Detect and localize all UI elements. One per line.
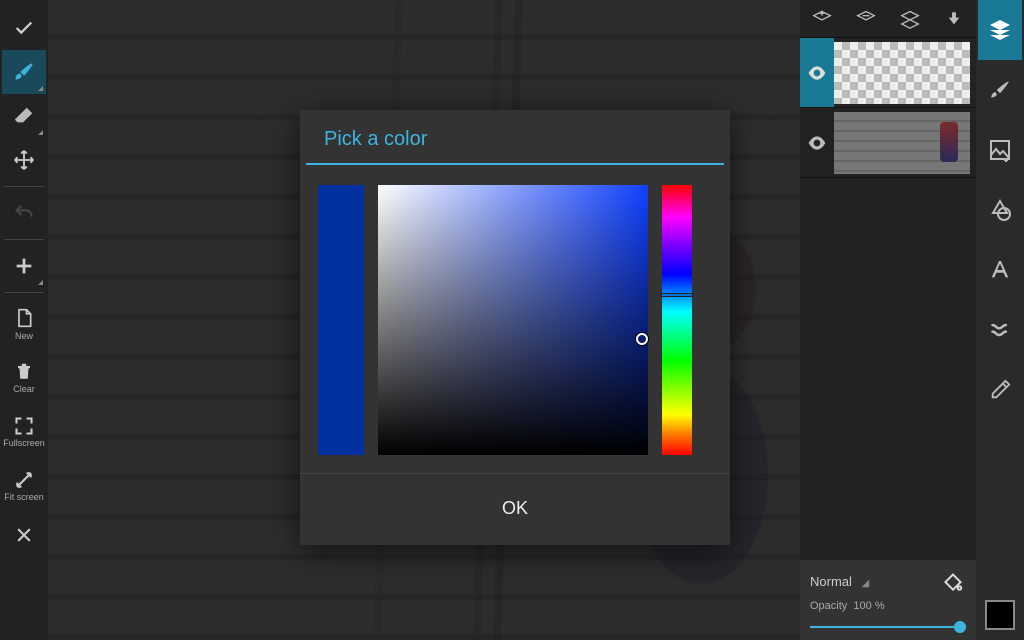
clear-label: Clear (13, 384, 35, 394)
slider-thumb[interactable] (954, 621, 966, 633)
color-picker-dialog: Pick a color OK (300, 110, 730, 545)
layer-thumbnail (834, 112, 970, 174)
brush-tool[interactable] (2, 50, 46, 94)
eraser-tool[interactable] (2, 94, 46, 138)
clear-button[interactable]: Clear (2, 351, 46, 405)
layer-visibility-icon[interactable] (800, 108, 834, 177)
dialog-title: Pick a color (306, 110, 724, 165)
picker-body (300, 165, 730, 465)
shapes-button[interactable] (978, 180, 1022, 240)
layer-row[interactable] (800, 108, 976, 178)
ok-button[interactable]: OK (472, 492, 558, 525)
new-button[interactable]: New (2, 297, 46, 351)
current-color-swatch (318, 185, 364, 455)
layer-row[interactable] (800, 38, 976, 108)
chevron-down-icon: ◢ (862, 578, 870, 589)
fill-bucket-icon[interactable] (940, 568, 966, 594)
eyedropper-button[interactable] (978, 360, 1022, 420)
hue-slider[interactable] (662, 185, 692, 455)
fitscreen-button[interactable]: Fit screen (2, 459, 46, 513)
right-toolbar (976, 0, 1024, 640)
divider (4, 239, 44, 240)
fullscreen-button[interactable]: Fullscreen (2, 405, 46, 459)
sv-cursor[interactable] (636, 333, 648, 345)
slider-track (810, 626, 966, 628)
saturation-value-area[interactable] (378, 185, 648, 455)
undo-button[interactable] (2, 191, 46, 235)
blend-options: Normal ◢ Opacity 100 % (800, 560, 976, 640)
opacity-slider[interactable] (810, 620, 966, 634)
layers-toggle-button[interactable] (978, 0, 1022, 60)
hue-indicator[interactable] (660, 293, 694, 297)
submenu-indicator-icon (38, 86, 43, 91)
app-root: New Clear Fullscreen Fit screen (0, 0, 1024, 640)
layer-remove-icon[interactable] (851, 4, 881, 34)
dialog-actions: OK (300, 473, 730, 545)
fullscreen-label: Fullscreen (3, 438, 45, 448)
layer-merge-icon[interactable] (895, 4, 925, 34)
divider (4, 186, 44, 187)
layer-thumbnail (834, 42, 970, 104)
blend-mode-dropdown[interactable]: Normal ◢ (810, 574, 869, 589)
submenu-indicator-icon (38, 280, 43, 285)
layers-panel: Normal ◢ Opacity 100 % (800, 0, 976, 640)
fitscreen-label: Fit screen (4, 492, 44, 502)
brush-settings-button[interactable] (978, 60, 1022, 120)
left-toolbar: New Clear Fullscreen Fit screen (0, 0, 48, 640)
close-button[interactable] (2, 513, 46, 557)
color-swatch[interactable] (985, 600, 1015, 630)
confirm-button[interactable] (2, 6, 46, 50)
layers-list (800, 38, 976, 560)
image-add-button[interactable] (978, 120, 1022, 180)
opacity-label: Opacity (810, 600, 847, 612)
layers-toolbar (800, 0, 976, 38)
blend-mode-value: Normal (810, 574, 852, 589)
submenu-indicator-icon (38, 130, 43, 135)
layer-add-icon[interactable] (807, 4, 837, 34)
text-button[interactable] (978, 240, 1022, 300)
move-tool[interactable] (2, 138, 46, 182)
add-button[interactable] (2, 244, 46, 288)
new-label: New (15, 331, 33, 341)
opacity-value: 100 % (853, 600, 884, 612)
divider (4, 292, 44, 293)
layer-visibility-icon[interactable] (800, 38, 834, 107)
smudge-button[interactable] (978, 300, 1022, 360)
layer-down-icon[interactable] (939, 4, 969, 34)
